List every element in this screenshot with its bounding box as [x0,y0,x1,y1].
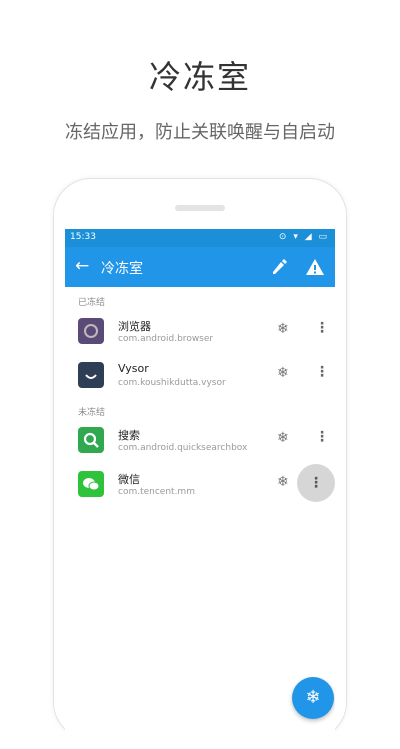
edit-pencil-icon[interactable] [269,257,289,277]
app-package: com.tencent.mm [118,487,195,497]
more-options-icon[interactable]: ⋮ [315,320,329,336]
phone-frame: 15:33 ⊙ ▾ ◢ ▭ ← 冷冻室 已冻结 浏览器 com.android.… [53,178,347,749]
toolbar-title: 冷冻室 [101,261,143,277]
freeze-snowflake-icon[interactable]: ❄ [277,430,289,446]
browser-icon [78,318,104,344]
app-row-vysor[interactable]: Vysor com.koushikdutta.vysor ❄ ⋮ [65,352,335,402]
vysor-icon [78,362,104,388]
more-options-icon[interactable]: ⋮ [315,364,329,380]
warning-icon[interactable] [305,257,325,277]
more-options-pressed-icon[interactable]: ⋮ [297,464,335,502]
app-toolbar: ← 冷冻室 [65,247,335,287]
app-row-browser[interactable]: 浏览器 com.android.browser ❄ ⋮ [65,308,335,358]
status-time: 15:33 [70,232,96,242]
status-bar: 15:33 ⊙ ▾ ◢ ▭ [65,229,335,247]
freeze-snowflake-icon[interactable]: ❄ [277,474,289,490]
wechat-icon [78,471,104,497]
app-name: 微信 [118,473,140,486]
phone-speaker [175,205,225,211]
section-frozen-label: 已冻结 [78,298,106,308]
phone-screen: 15:33 ⊙ ▾ ◢ ▭ ← 冷冻室 已冻结 浏览器 com.android.… [65,229,335,749]
status-icons: ⊙ ▾ ◢ ▭ [278,232,329,242]
app-name: 浏览器 [118,320,151,333]
more-options-icon[interactable]: ⋮ [315,429,329,445]
promo-subtitle: 冻结应用，防止关联唤醒与自启动 [65,122,335,143]
app-row-search[interactable]: 搜索 com.android.quicksearchbox ❄ ⋮ [65,417,335,467]
promo-title: 冷冻室 [148,58,251,96]
app-name: 搜索 [118,429,140,442]
app-package: com.android.browser [118,334,214,344]
freeze-fab-button[interactable]: ❄ [292,677,334,719]
app-package: com.android.quicksearchbox [118,443,248,453]
search-icon [78,427,104,453]
freeze-snowflake-icon[interactable]: ❄ [277,365,289,381]
app-row-wechat[interactable]: 微信 com.tencent.mm ❄ ⋮ [65,461,335,511]
back-arrow-icon[interactable]: ← [75,256,89,276]
app-package: com.koushikdutta.vysor [118,378,226,388]
freeze-snowflake-icon[interactable]: ❄ [277,321,289,337]
app-name: Vysor [118,362,149,375]
